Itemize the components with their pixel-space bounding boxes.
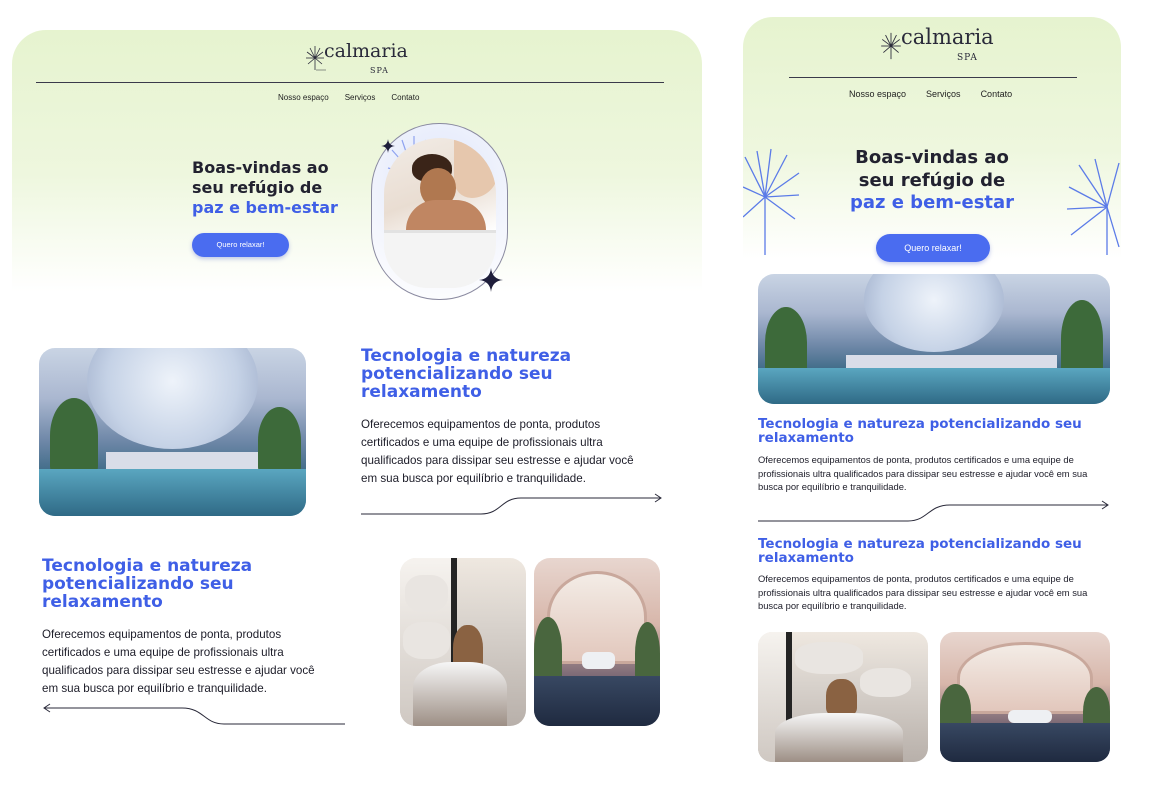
hero-headline-line-1: Boas-vindas ao	[192, 158, 329, 177]
brand-subtitle: SPA	[370, 66, 389, 75]
section-text-line-1: Oferecemos equipamentos de ponta, produt…	[361, 418, 601, 431]
section-description: Oferecemos equipamentos de ponta, produt…	[42, 626, 352, 698]
section-title: Tecnologia e natureza potencializando se…	[361, 347, 651, 402]
section-title-line-2: potencializando seu	[361, 363, 553, 384]
section-title-line-2: relaxamento	[758, 430, 854, 447]
section-text-line-3: busca por equilíbrio e tranquilidade.	[758, 481, 907, 493]
section-text-line-3: qualificados para dissipar seu estresse …	[361, 453, 634, 467]
section-text-line-4: em sua busca por equilíbrio e tranquilid…	[361, 471, 586, 485]
sparkle-star-icon	[381, 139, 395, 153]
dandelion-logo-icon	[881, 32, 901, 60]
brand-logo[interactable]: calmaria SPA	[879, 27, 994, 65]
section-text-line-3: qualificados para dissipar seu estresse …	[42, 663, 315, 677]
hero-headline: Boas-vindas ao seu refúgio de paz e bem-…	[192, 158, 338, 218]
spa-pool-photo	[758, 274, 1110, 404]
nav-item-contato[interactable]: Contato	[981, 89, 1013, 99]
section-title-line-3: relaxamento	[361, 381, 482, 402]
section-text-line-4: em sua busca por equilíbrio e tranquilid…	[42, 681, 267, 695]
indoor-pool-photo	[534, 558, 660, 726]
brand-name: calmaria	[324, 40, 408, 62]
header-divider	[36, 82, 664, 83]
hero-headline-accent: paz e bem-estar	[849, 192, 1015, 213]
arrow-curve-icon	[43, 703, 345, 725]
main-nav: Nosso espaço Serviços Contato	[278, 93, 419, 102]
nav-item-nosso-espaco[interactable]: Nosso espaço	[849, 89, 906, 99]
dandelion-decoration-icon	[1066, 158, 1120, 255]
section-text-line-1: Oferecemos equipamentos de ponta, produt…	[758, 454, 1074, 465]
section-title-line-2: relaxamento	[758, 550, 854, 567]
main-nav: Nosso espaço Serviços Contato	[849, 89, 1012, 99]
section-text-line-2: certificados e uma equipe de profissiona…	[361, 435, 603, 449]
hero-headline: Boas-vindas ao seu refúgio de paz e bem-…	[807, 147, 1057, 215]
spa-pool-photo	[39, 348, 306, 516]
hero-cta-button[interactable]: Quero relaxar!	[192, 233, 289, 257]
nav-item-servicos[interactable]: Serviços	[345, 93, 376, 102]
section-text-line-1: Oferecemos equipamentos de ponta, produt…	[758, 573, 1074, 584]
header-divider	[789, 77, 1077, 78]
brand-logo[interactable]: calmaria SPA	[304, 42, 408, 76]
section-description: Oferecemos equipamentos de ponta, produt…	[758, 453, 1110, 494]
bathtub-photo	[400, 558, 526, 726]
nav-item-nosso-espaco[interactable]: Nosso espaço	[278, 93, 329, 102]
section-text-line-1: Oferecemos equipamentos de ponta, produt…	[42, 628, 282, 641]
section-text-line-3: busca por equilíbrio e tranquilidade.	[758, 600, 907, 612]
hero-cta-button[interactable]: Quero relaxar!	[876, 234, 990, 262]
section-title: Tecnologia e natureza potencializando se…	[758, 536, 1118, 567]
nav-item-servicos[interactable]: Serviços	[926, 89, 961, 99]
arrow-curve-icon	[361, 493, 662, 515]
section-description: Oferecemos equipamentos de ponta, produt…	[758, 572, 1110, 613]
brand-name: calmaria	[901, 25, 994, 49]
hero-headline-line-1: Boas-vindas ao	[855, 147, 1009, 168]
section-title-line-3: relaxamento	[42, 591, 163, 612]
design-mockup-canvas: calmaria SPA Nosso espaço Serviços Conta…	[0, 0, 1149, 805]
section-text-line-2: certificados e uma equipe de profissiona…	[42, 645, 284, 659]
indoor-pool-photo	[940, 632, 1110, 762]
hero-headline-accent: paz e bem-estar	[192, 198, 338, 217]
bathtub-photo	[758, 632, 928, 762]
dandelion-decoration-icon	[743, 148, 800, 255]
mobile-layout: calmaria SPA Nosso espaço Serviços Conta…	[743, 17, 1121, 777]
section-title: Tecnologia e natureza potencializando se…	[758, 416, 1118, 447]
section-title-line-1: Tecnologia e natureza potencializando se…	[758, 416, 1082, 432]
sparkle-star-icon	[479, 268, 503, 292]
dandelion-logo-icon	[306, 46, 326, 71]
hero-massage-photo	[384, 138, 496, 288]
section-title: Tecnologia e natureza potencializando se…	[42, 557, 332, 612]
section-text-line-2: profissionais ultra qualificados para di…	[758, 586, 1088, 598]
section-title-line-1: Tecnologia e natureza potencializando se…	[758, 536, 1082, 552]
desktop-layout: calmaria SPA Nosso espaço Serviços Conta…	[12, 30, 702, 730]
hero-headline-line-2: seu refúgio de	[858, 169, 1006, 191]
section-text-line-2: profissionais ultra qualificados para di…	[758, 467, 1088, 479]
arrow-curve-icon	[758, 500, 1109, 522]
hero-headline-line-2: seu refúgio de	[192, 178, 323, 197]
section-description: Oferecemos equipamentos de ponta, produt…	[361, 416, 671, 488]
section-title-line-2: potencializando seu	[42, 573, 234, 594]
nav-item-contato[interactable]: Contato	[391, 93, 419, 102]
brand-subtitle: SPA	[957, 53, 978, 63]
